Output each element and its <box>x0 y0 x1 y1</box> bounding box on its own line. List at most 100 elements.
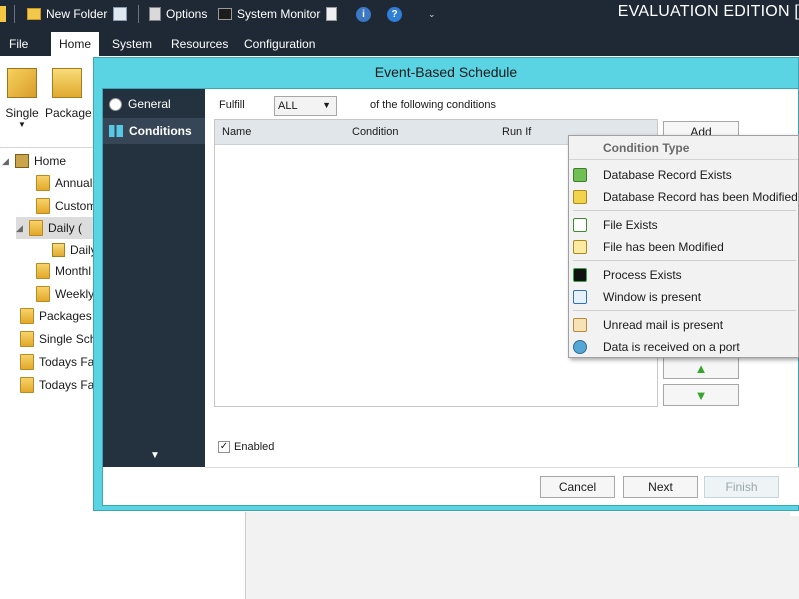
finish-button[interactable]: Finish <box>704 476 779 498</box>
nav-item-label: General <box>128 97 171 111</box>
tree-toggle-button[interactable] <box>113 6 127 22</box>
tab-resources[interactable]: Resources <box>163 32 236 56</box>
menu-item-window-present[interactable]: Window is present <box>569 286 798 308</box>
menu-item-file-exists[interactable]: File Exists <box>569 214 798 236</box>
menu-item-label: Data is received on a port <box>603 340 740 354</box>
info-icon: i <box>356 6 371 22</box>
folder-icon <box>36 175 50 191</box>
info-button[interactable]: i <box>356 6 371 22</box>
tree-item-label: Daily ( <box>48 221 83 235</box>
move-up-button[interactable]: ▲ <box>663 357 739 379</box>
chevron-down-icon: ▼ <box>18 120 26 129</box>
enabled-label: Enabled <box>234 441 275 453</box>
next-button[interactable]: Next <box>623 476 698 498</box>
tree-item-single-schedules[interactable]: Single Sch <box>20 328 96 350</box>
mail-icon <box>573 318 587 332</box>
tree-item-weekly[interactable]: Weekly <box>36 283 94 305</box>
nav-item-label: Conditions <box>129 124 192 138</box>
column-run-if[interactable]: Run If <box>502 126 531 138</box>
nav-item-conditions[interactable]: Conditions <box>103 118 205 144</box>
chevron-down-icon: ⌄ <box>428 8 436 19</box>
nav-item-general[interactable]: General <box>103 91 205 117</box>
tree-item-label: Todays Fa <box>39 355 95 369</box>
menu-item-data-on-port[interactable]: Data is received on a port <box>569 336 798 358</box>
clock-icon <box>109 97 122 111</box>
collapse-icon: ◢ <box>2 155 9 166</box>
folder-icon <box>36 198 50 214</box>
tree-item-monthly[interactable]: Monthl <box>36 260 91 282</box>
process-icon <box>573 268 587 282</box>
column-condition[interactable]: Condition <box>352 126 398 138</box>
menu-item-label: File Exists <box>603 218 658 232</box>
menu-item-database-record-modified[interactable]: Database Record has been Modified <box>569 186 798 208</box>
system-monitor-button[interactable]: System Monitor <box>218 6 320 22</box>
hierarchy-icon <box>113 7 127 21</box>
package-schedule-button[interactable]: Package <box>45 64 92 134</box>
column-name[interactable]: Name <box>222 126 251 138</box>
tree-item-label: Weekly <box>55 287 95 301</box>
menu-item-label: Window is present <box>603 290 702 304</box>
tree-item-annual[interactable]: Annual <box>36 172 92 194</box>
help-icon: ? <box>387 6 402 22</box>
home-icon <box>15 154 29 168</box>
move-down-button[interactable]: ▼ <box>663 384 739 406</box>
tree-item-label: Annual <box>55 176 93 190</box>
folder-open-icon <box>29 220 43 236</box>
nav-scroll-down-icon[interactable]: ▼ <box>150 450 160 461</box>
dialog-footer: Cancel Next Finish <box>205 467 799 505</box>
document-button[interactable] <box>326 6 337 22</box>
tree-item-custom[interactable]: Custom <box>36 195 96 217</box>
customize-toolbar-button[interactable]: ⌄ <box>428 6 436 22</box>
title-bar: New Folder Options System Monitor i ? ⌄ … <box>0 0 799 28</box>
folder-info-icon <box>20 331 34 347</box>
tree-item-daily-package[interactable]: Daily <box>52 239 97 261</box>
window-icon <box>573 290 587 304</box>
cancel-button[interactable]: Cancel <box>540 476 615 498</box>
menu-item-process-exists[interactable]: Process Exists <box>569 264 798 286</box>
folder-info-icon <box>20 354 34 370</box>
tree-item-label: Todays Fa <box>39 378 95 392</box>
tab-file[interactable]: File <box>1 32 36 56</box>
tree-item-label: Packages <box>39 309 92 323</box>
new-folder-button[interactable]: New Folder <box>27 6 107 22</box>
menu-item-label: Database Record has been Modified <box>603 190 798 204</box>
arrow-up-icon: ▲ <box>694 361 708 376</box>
document-icon <box>326 7 337 21</box>
fulfill-select[interactable]: ALL ▼ <box>274 96 337 116</box>
ribbon-tab-bar: File Home System Resources Configuration <box>0 28 799 56</box>
folder-icon <box>36 286 50 302</box>
fulfill-label: Fulfill <box>219 99 245 111</box>
single-schedule-button[interactable]: Single ▼ <box>0 64 44 134</box>
toolbar-separator <box>138 5 139 23</box>
tree-item-todays-failed-2[interactable]: Todays Fa <box>20 374 94 396</box>
menu-item-unread-mail[interactable]: Unread mail is present <box>569 314 798 336</box>
options-icon <box>149 7 161 21</box>
package-icon <box>52 243 65 257</box>
monitor-icon <box>218 8 232 20</box>
menu-item-label: Process Exists <box>603 268 682 282</box>
tab-configuration[interactable]: Configuration <box>236 32 323 56</box>
enabled-checkbox[interactable]: ✓ Enabled <box>218 441 274 453</box>
tree-item-home[interactable]: ◢ Home <box>2 150 66 172</box>
tree-item-packages[interactable]: Packages <box>20 305 92 327</box>
tab-home[interactable]: Home <box>51 32 100 56</box>
system-monitor-label: System Monitor <box>237 7 321 21</box>
help-button[interactable]: ? <box>387 6 402 22</box>
fulfill-value: ALL <box>278 100 298 112</box>
menu-separator <box>573 210 796 211</box>
tab-system[interactable]: System <box>104 32 160 56</box>
checkbox-checked-icon: ✓ <box>218 441 230 453</box>
menu-item-label: Database Record Exists <box>603 168 732 182</box>
chevron-down-icon: ▼ <box>322 100 331 110</box>
package-icon <box>52 68 82 98</box>
wizard-nav: General Conditions ▼ <box>103 89 205 467</box>
menu-item-file-modified[interactable]: File has been Modified <box>569 236 798 258</box>
file-warning-icon <box>573 240 587 254</box>
edition-label: EVALUATION EDITION [ <box>617 3 799 20</box>
tree-item-daily[interactable]: ◢ Daily ( <box>16 217 100 239</box>
tree-item-label: Home <box>34 154 67 168</box>
menu-separator <box>573 310 796 311</box>
options-button[interactable]: Options <box>149 6 207 22</box>
tree-item-todays-failed[interactable]: Todays Fa <box>20 351 94 373</box>
menu-item-database-record-exists[interactable]: Database Record Exists <box>569 164 798 186</box>
